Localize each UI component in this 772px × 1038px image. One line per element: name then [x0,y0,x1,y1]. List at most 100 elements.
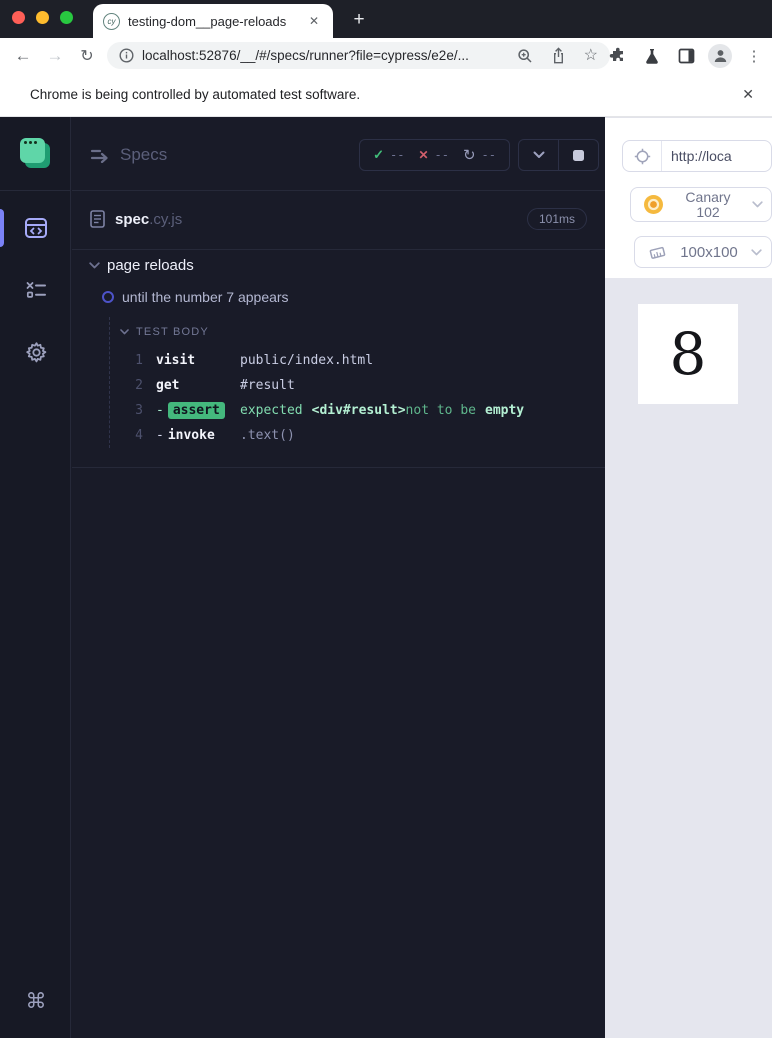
command-message: public/index.html [240,353,374,368]
toolbar-extensions: ⋮ [606,38,766,73]
viewport-chevron-icon [751,248,762,255]
banner-text: Chrome is being controlled by automated … [30,87,361,102]
browser-toolbar: ← → ↻ localhost:52876/__/#/specs/runner?… [0,38,772,73]
runner-controls [518,139,599,171]
command-name: visit [156,353,196,368]
tab-close-icon[interactable]: ✕ [305,12,323,30]
extensions-puzzle-icon[interactable] [606,44,630,68]
flask-extension-icon[interactable] [640,44,664,68]
screen: cy testing-dom__page-reloads ✕ + ← → ↻ l… [0,0,772,1038]
site-info-icon[interactable] [119,48,134,63]
command-name: - invoke [156,428,215,443]
assert-state: empty [485,403,525,418]
spec-file-icon [90,210,105,228]
url-text[interactable]: localhost:52876/__/#/specs/runner?file=c… [142,48,499,63]
new-tab-button[interactable]: + [346,7,372,33]
command-message: #result [240,378,295,393]
test-running-icon [102,291,114,303]
header-divider [72,190,605,191]
browser-selector[interactable]: Canary 102 [630,187,772,222]
cypress-favicon-icon: cy [103,12,120,30]
side-panel-icon[interactable] [674,44,698,68]
command-message: .text() [240,428,295,443]
scroll-options-button[interactable] [519,140,558,170]
browser-name: Canary [685,188,731,205]
banner-close-icon[interactable]: ✕ [738,82,758,107]
tab-strip: cy testing-dom__page-reloads ✕ + [0,0,772,38]
aut-viewport-area: 8 [605,278,772,1038]
automation-banner: Chrome is being controlled by automated … [0,73,772,117]
aut-url-text[interactable]: http://loca [671,148,732,164]
command-log: 1 visit public/index.html 2 get #result … [72,348,605,448]
commands-divider [72,467,605,468]
bookmark-star-icon[interactable]: ☆ [584,47,598,64]
address-bar[interactable]: localhost:52876/__/#/specs/runner?file=c… [107,42,610,69]
stop-icon [573,149,584,161]
spec-extension: .cy.js [149,210,183,228]
spec-file-row[interactable]: spec .cy.js 101ms [90,205,587,233]
sidebar-divider [0,190,70,191]
suite-title: page reloads [107,257,194,274]
command-name: get [156,378,180,393]
suite-collapse-icon [89,262,100,269]
test-body-toggle[interactable]: TEST BODY [120,326,209,338]
test-row[interactable]: until the number 7 appears [102,289,289,305]
sidebar-item-specs[interactable] [19,212,53,244]
command-number: 2 [135,378,143,393]
viewport-label: 100x100 [680,243,738,261]
spec-name: spec [115,210,150,228]
url-separator [661,141,662,171]
command-number: 4 [135,428,143,443]
command-name: - assert [156,402,240,419]
sidebar-item-settings[interactable] [19,336,53,368]
sidebar-item-runs[interactable] [19,274,53,306]
back-button[interactable]: ← [10,43,36,69]
tab-title: testing-dom__page-reloads [128,13,287,29]
reporter-title: Specs [120,145,168,164]
aut-header: http://loca Canary 102 100x100 [605,117,772,278]
child-command-dash: - [156,428,164,443]
command-row-invoke[interactable]: 4 - invoke .text() [72,423,605,448]
command-row-visit[interactable]: 1 visit public/index.html [72,348,605,373]
failed-count: -- [434,148,449,162]
active-nav-indicator [0,209,4,247]
collapse-specs-icon[interactable] [90,147,110,163]
selector-playground-icon[interactable] [623,141,661,171]
cypress-logo-icon[interactable] [20,138,52,170]
reporter-header: Specs ✓ -- ✕ -- ↻ -- [90,139,599,171]
viewport-ruler-icon [648,244,667,261]
browser-chevron-icon [752,201,763,208]
browser-label: Canary 102 [664,188,752,220]
command-number: 1 [135,353,143,368]
aut-panel: http://loca Canary 102 100x100 8 [605,117,772,1038]
command-row-get[interactable]: 2 get #result [72,373,605,398]
reload-button[interactable]: ↻ [74,43,100,69]
stop-button[interactable] [559,140,598,170]
window-zoom-button[interactable] [60,11,73,24]
forward-button[interactable]: → [42,43,68,69]
pending-count: -- [481,148,496,162]
zoom-icon[interactable] [517,48,533,64]
test-body-label: TEST BODY [136,326,209,338]
failed-icon: ✕ [418,148,429,162]
pending-icon: ↻ [462,147,476,164]
cypress-sidebar: ⌘ [0,117,71,1038]
viewport-selector[interactable]: 100x100 [634,236,772,268]
assert-expected: expected [240,403,303,418]
child-command-dash: - [156,403,164,418]
cypress-app: ⌘ Specs ✓ -- ✕ -- ↻ -- spec .cy.js 101ms… [0,117,772,1038]
spec-divider [72,249,605,250]
profile-avatar[interactable] [708,43,732,68]
spec-duration-badge: 101ms [526,208,587,230]
command-number: 3 [135,403,143,418]
aut-url-bar[interactable]: http://loca [622,140,772,172]
window-close-button[interactable] [12,11,25,24]
canary-browser-icon [643,194,664,215]
window-minimize-button[interactable] [36,11,49,24]
command-row-assert[interactable]: 3 - assert expected <div#result>not to be e… [72,398,605,423]
browser-tab[interactable]: cy testing-dom__page-reloads ✕ [93,4,333,38]
keyboard-shortcuts-icon[interactable]: ⌘ [19,985,53,1017]
share-icon[interactable] [551,47,566,64]
suite-row[interactable]: page reloads [89,257,194,274]
browser-menu-icon[interactable]: ⋮ [742,44,766,68]
